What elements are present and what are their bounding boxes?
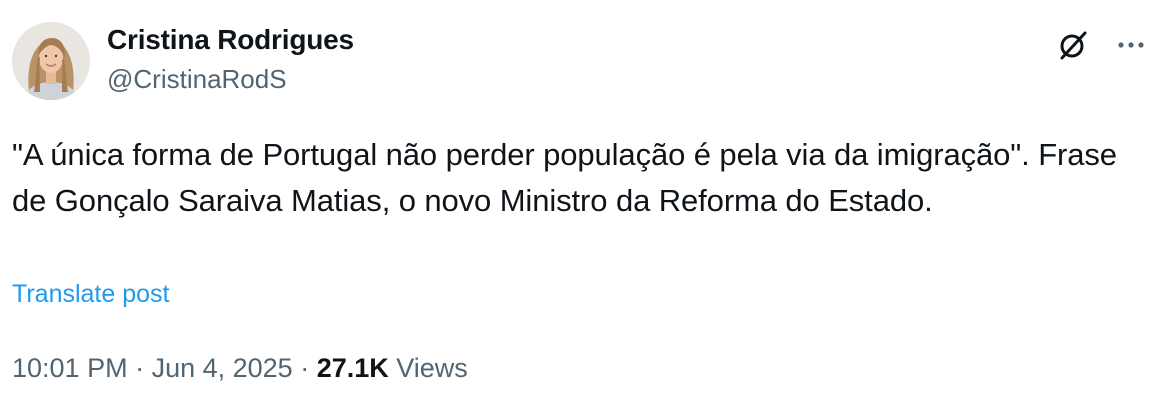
- views-label: Views: [388, 353, 468, 383]
- top-actions: [1056, 28, 1144, 62]
- avatar-image: [12, 22, 90, 100]
- more-icon: [1118, 42, 1144, 48]
- post-text: "A única forma de Portugal não perder po…: [12, 137, 1117, 218]
- views-count: 27.1K: [316, 353, 389, 383]
- meta-separator: ·: [127, 353, 152, 383]
- post-meta: 10:01 PM · Jun 4, 2025 · 27.1K Views: [12, 350, 468, 386]
- post-time[interactable]: 10:01 PM: [12, 353, 128, 383]
- avatar[interactable]: [12, 22, 90, 100]
- translate-post-link[interactable]: Translate post: [12, 278, 169, 310]
- more-button[interactable]: [1118, 40, 1144, 50]
- post-date[interactable]: Jun 4, 2025: [152, 353, 293, 383]
- meta-separator: ·: [292, 353, 317, 383]
- tweet: Cristina Rodrigues @CristinaRodS "A únic…: [0, 0, 1162, 410]
- author-display-name[interactable]: Cristina Rodrigues: [107, 22, 354, 58]
- grok-button[interactable]: [1056, 28, 1090, 62]
- author-block: Cristina Rodrigues @CristinaRodS: [107, 22, 354, 96]
- grok-icon: [1060, 31, 1087, 60]
- author-handle[interactable]: @CristinaRodS: [107, 62, 354, 96]
